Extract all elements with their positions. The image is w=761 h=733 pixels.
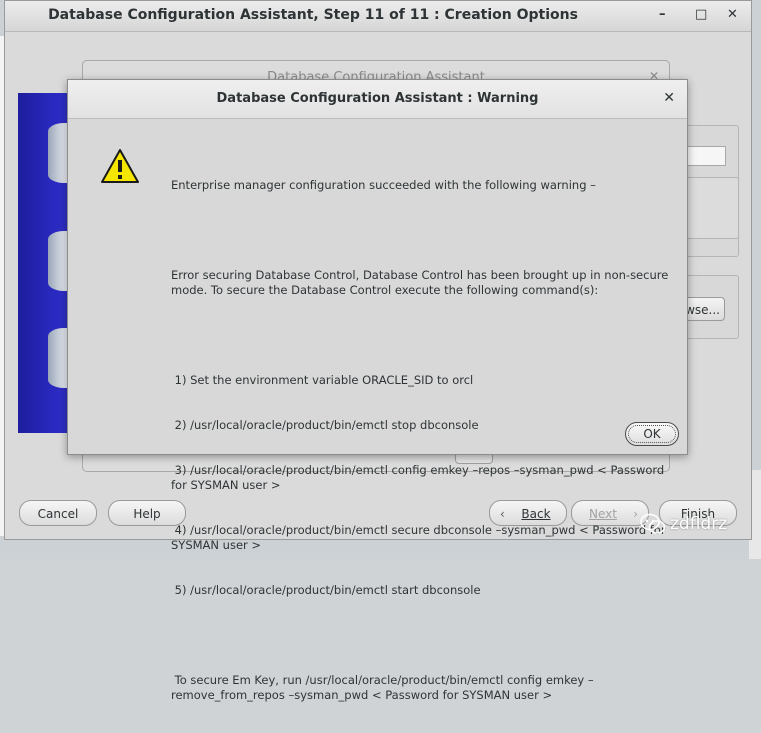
message-line: 5) /usr/local/oracle/product/bin/emctl s…: [171, 583, 481, 597]
watermark: zdfldrz: [640, 513, 727, 535]
warning-dialog-title: Database Configuration Assistant : Warni…: [216, 91, 539, 106]
message-line: Enterprise manager configuration succeed…: [171, 178, 596, 192]
text-field[interactable]: [684, 146, 726, 166]
message-line: 4) /usr/local/oracle/product/bin/emctl s…: [171, 523, 670, 552]
message-line: [171, 628, 681, 643]
message-line: 3) /usr/local/oracle/product/bin/emctl c…: [171, 463, 668, 492]
maximize-icon[interactable]: □: [695, 7, 707, 22]
minimize-icon[interactable]: –: [659, 7, 666, 22]
warning-titlebar[interactable]: Database Configuration Assistant : Warni…: [68, 80, 687, 119]
options-subpanel: [681, 177, 739, 239]
main-titlebar[interactable]: Database Configuration Assistant, Step 1…: [5, 1, 751, 32]
message-line: [171, 223, 681, 238]
close-icon[interactable]: ✕: [727, 7, 738, 22]
warning-dialog: Database Configuration Assistant : Warni…: [67, 79, 688, 702]
watermark-text: zdfldrz: [670, 514, 728, 534]
chat-bubble-icon: [640, 513, 666, 534]
message-line: [171, 328, 681, 343]
message-line: Error securing Database Control, Databas…: [171, 268, 672, 297]
message-line: To secure Em Key, run /usr/local/oracle/…: [171, 673, 594, 702]
warning-message: Enterprise manager configuration succeed…: [171, 148, 681, 733]
cancel-button[interactable]: Cancel: [19, 500, 97, 526]
warning-icon: [101, 149, 139, 183]
ok-button[interactable]: OK: [625, 422, 679, 446]
main-window-title: Database Configuration Assistant, Step 1…: [48, 7, 578, 23]
message-line: 2) /usr/local/oracle/product/bin/emctl s…: [171, 418, 479, 432]
message-line: 1) Set the environment variable ORACLE_S…: [171, 373, 474, 387]
close-icon[interactable]: ✕: [663, 90, 675, 106]
